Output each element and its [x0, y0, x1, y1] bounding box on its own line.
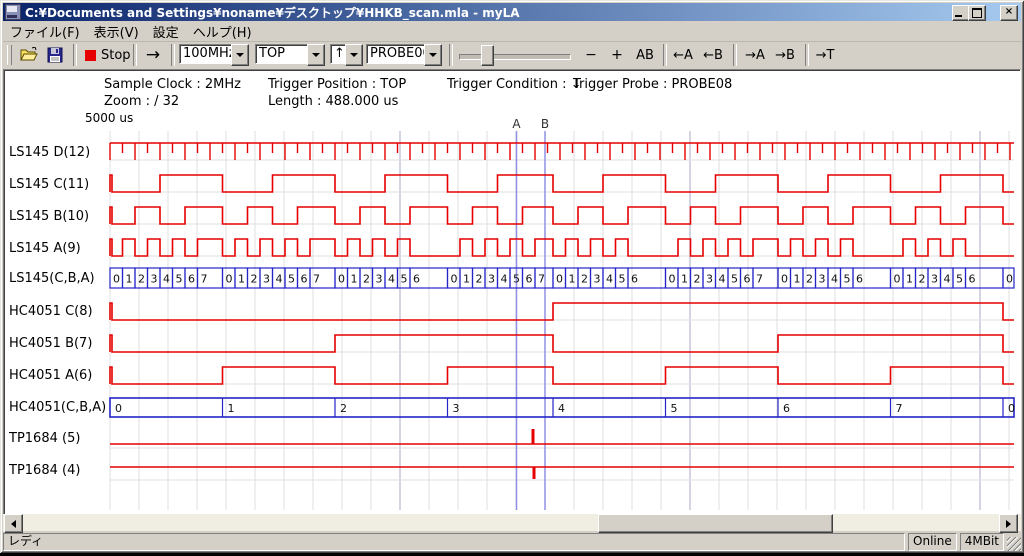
chevron-down-icon[interactable] — [345, 44, 363, 66]
zoom-out-button[interactable]: − — [579, 44, 603, 66]
probe-combobox[interactable]: PROBE00 — [366, 44, 442, 66]
trigger-position-label: Trigger Position : TOP — [268, 77, 406, 92]
status-ready: レディ — [3, 533, 905, 551]
length-label: Length : 488.000 us — [268, 94, 398, 109]
chevron-down-icon[interactable] — [307, 44, 325, 66]
status-memory: 4MBit — [960, 533, 1004, 551]
stop-icon — [85, 50, 96, 61]
toolbar: Stop → 100MHz TOP ↑ PROBE00 − + AB ←A — [3, 42, 1021, 70]
app-window: C:¥Documents and Settings¥noname¥デスクトップ¥… — [0, 0, 1024, 553]
toolbar-separator — [805, 44, 809, 66]
toolbar-separator — [663, 44, 667, 66]
status-bar: レディ Online 4MBit — [3, 533, 1021, 551]
set-cursor-a-button[interactable]: →A — [741, 44, 769, 66]
close-button[interactable]: × — [1000, 5, 1018, 21]
goto-cursor-b-button[interactable]: ←B — [699, 44, 727, 66]
horizontal-scrollbar[interactable] — [3, 514, 1021, 531]
run-button[interactable]: → — [139, 44, 167, 66]
goto-trigger-button[interactable]: →T — [811, 44, 839, 66]
zoom-label: Zoom : / 32 — [104, 94, 179, 109]
app-icon — [5, 4, 21, 20]
toolbar-separator — [171, 44, 175, 66]
open-file-button[interactable] — [17, 44, 41, 66]
title-bar[interactable]: C:¥Documents and Settings¥noname¥デスクトップ¥… — [3, 3, 1021, 21]
trigger-probe-label: Trigger Probe : PROBE08 — [573, 77, 732, 92]
probe-value: PROBE00 — [366, 44, 424, 64]
scroll-left-button[interactable] — [4, 514, 23, 533]
toolbar-separator — [73, 44, 77, 66]
menu-help[interactable]: ヘルプ(H) — [186, 21, 259, 42]
toolbar-separator — [733, 44, 737, 66]
slider-thumb[interactable] — [481, 45, 494, 66]
menu-file[interactable]: ファイル(F) — [3, 21, 87, 42]
right-arrow-icon — [1006, 520, 1011, 528]
edge-combobox[interactable]: ↑ — [330, 44, 363, 66]
ab-span-button[interactable]: AB — [631, 44, 659, 66]
open-folder-icon — [20, 47, 38, 63]
scroll-right-button[interactable] — [999, 514, 1018, 533]
waveform-client-area[interactable] — [3, 69, 1021, 515]
sample-clock-label: Sample Clock : 2MHz — [104, 77, 241, 92]
slider-track[interactable] — [459, 54, 571, 60]
maximize-button[interactable] — [968, 5, 986, 21]
clock-value: 100MHz — [179, 44, 231, 64]
goto-cursor-a-button[interactable]: ←A — [669, 44, 697, 66]
toolbar-separator — [449, 44, 453, 66]
zoom-slider[interactable] — [455, 44, 573, 66]
trigger-condition-label: Trigger Condition : ↓ — [447, 77, 582, 92]
set-cursor-b-button[interactable]: →B — [771, 44, 799, 66]
clock-combobox[interactable]: 100MHz — [179, 44, 249, 66]
edge-value: ↑ — [330, 44, 345, 64]
menu-view[interactable]: 表示(V) — [87, 21, 146, 42]
stop-button[interactable]: Stop — [81, 44, 133, 66]
scrollbar-thumb[interactable] — [598, 514, 833, 533]
save-button[interactable] — [43, 44, 67, 66]
toolbar-separator — [133, 44, 137, 66]
left-arrow-icon — [11, 520, 16, 528]
trigger-pos-combobox[interactable]: TOP — [255, 44, 325, 66]
zoom-in-button[interactable]: + — [605, 44, 629, 66]
stop-label: Stop — [101, 48, 131, 63]
floppy-disk-icon — [47, 47, 63, 63]
window-title: C:¥Documents and Settings¥noname¥デスクトップ¥… — [25, 4, 520, 21]
status-online: Online — [908, 533, 957, 551]
trigger-pos-value: TOP — [255, 44, 307, 64]
timeline-start-label: 5000 us — [85, 111, 133, 125]
chevron-down-icon[interactable] — [231, 44, 249, 66]
chevron-down-icon[interactable] — [424, 44, 442, 66]
resize-grip[interactable] — [1007, 537, 1021, 551]
menu-bar: ファイル(F) 表示(V) 設定 ヘルプ(H) — [3, 22, 1021, 42]
menu-settings[interactable]: 設定 — [146, 21, 186, 42]
toolbar-grabber — [7, 45, 12, 65]
